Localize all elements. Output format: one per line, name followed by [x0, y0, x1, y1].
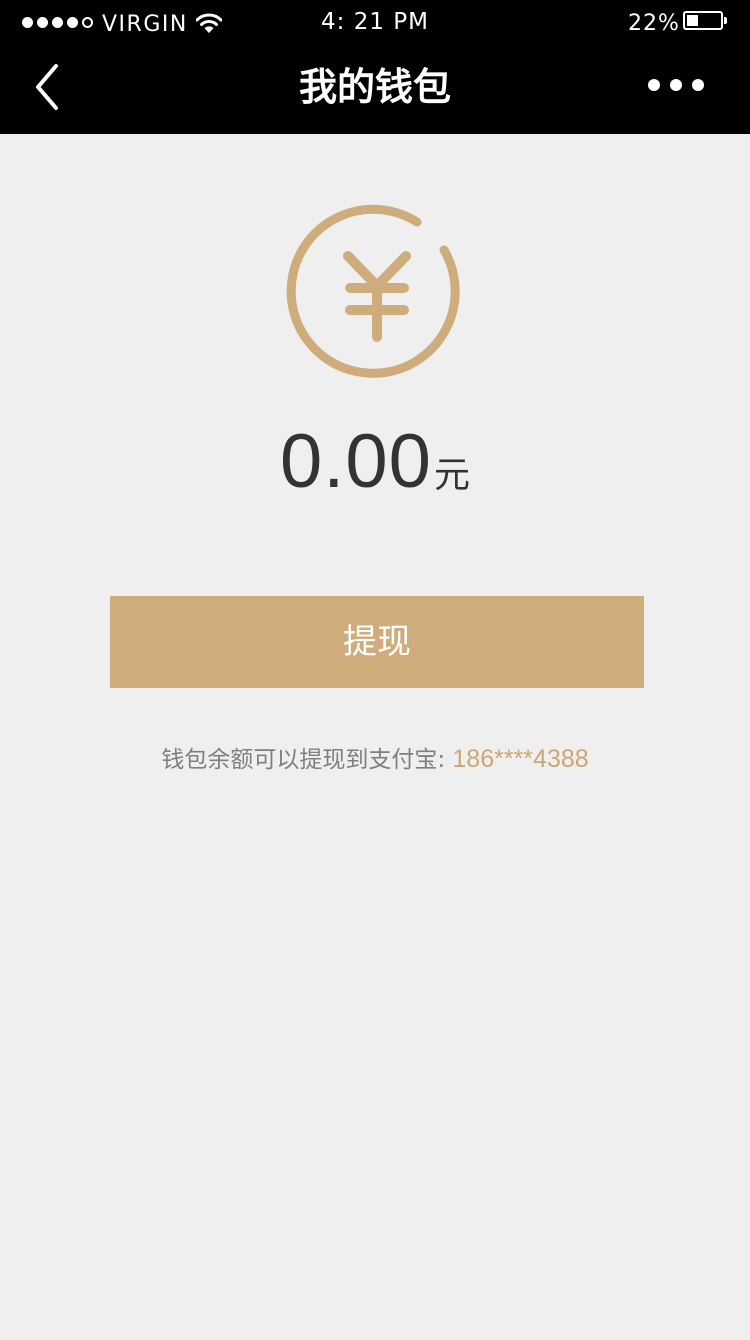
- battery-percentage: 22%: [628, 11, 680, 36]
- balance-unit: 元: [433, 455, 470, 496]
- withdraw-hint: 钱包余额可以提现到支付宝: 186****4388: [0, 740, 750, 774]
- more-dot: [692, 79, 704, 91]
- more-dot: [670, 79, 682, 91]
- hint-text: 钱包余额可以提现到支付宝:: [161, 747, 446, 773]
- wallet-balance: 0.00元: [0, 418, 750, 505]
- wallet-page: VIRGIN 4: 21 PM 22% 我的钱包 0.00元 提现 钱包余额可以…: [0, 0, 750, 1340]
- battery-fill: [687, 15, 698, 26]
- status-bar: VIRGIN 4: 21 PM 22%: [0, 0, 750, 48]
- page-title: 我的钱包: [298, 65, 451, 109]
- withdraw-button[interactable]: 提现: [110, 596, 644, 688]
- battery-tip: [724, 17, 727, 24]
- battery-icon: [683, 11, 723, 30]
- alipay-account: 186****4388: [452, 745, 589, 773]
- top-bar: VIRGIN 4: 21 PM 22% 我的钱包: [0, 0, 750, 134]
- yuan-icon: [286, 204, 460, 378]
- more-dot: [648, 79, 660, 91]
- balance-amount: 0.00: [280, 419, 432, 504]
- navigation-bar: 我的钱包: [0, 48, 750, 134]
- more-options-button[interactable]: [648, 72, 704, 98]
